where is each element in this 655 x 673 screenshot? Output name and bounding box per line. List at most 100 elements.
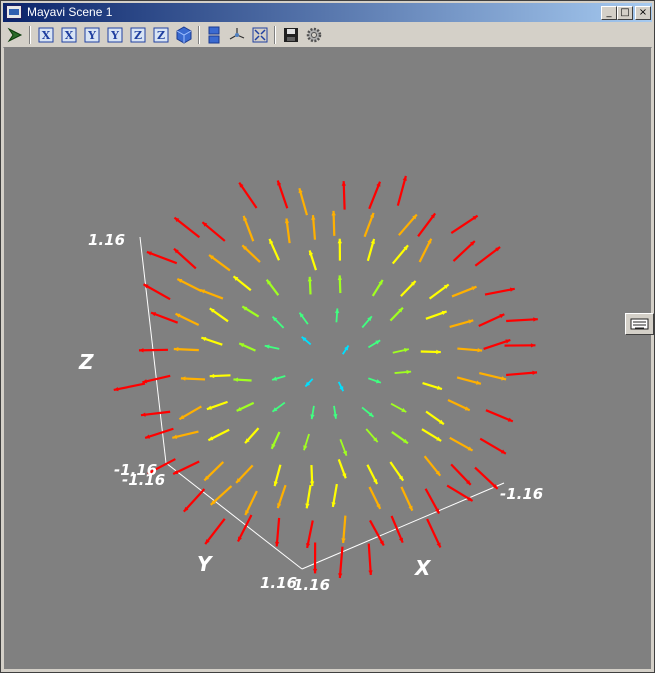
vector-arrow-head (277, 180, 282, 186)
vector-arrow-shaft (338, 546, 344, 579)
toolbar-separator (29, 26, 31, 44)
svg-text:X: X (65, 29, 74, 42)
vector-arrow-head (173, 347, 179, 352)
full-screen-button[interactable] (250, 25, 270, 45)
view-y-plus-icon: Y (84, 27, 100, 43)
close-button[interactable]: × (635, 6, 651, 20)
svg-text:Y: Y (87, 29, 96, 42)
vector-arrow-head (209, 373, 215, 379)
3d-scene-viewport[interactable]: Z Y X 1.16 -1.16 -1.16 1.16 1.16 -1.16 (4, 47, 651, 669)
z-tick-max: 1.16 (88, 231, 125, 249)
close-icon: × (638, 7, 648, 18)
vector-arrow-head (505, 339, 511, 344)
vector-arrow-head (307, 276, 313, 282)
vector-arrow-shaft (484, 287, 515, 296)
vector-arrow-head (233, 377, 239, 382)
vector-arrow-head (338, 573, 343, 578)
vector-arrow-shaft (173, 216, 201, 239)
vector-field-scene: Z Y X 1.16 -1.16 -1.16 1.16 1.16 -1.16 (78, 175, 543, 594)
maximize-button[interactable]: □ (617, 6, 633, 20)
view-x-plus-button[interactable]: X (36, 25, 56, 45)
svg-text:X: X (42, 29, 51, 42)
view-z-minus-button[interactable]: Z (151, 25, 171, 45)
vector-arrow-head (331, 210, 336, 216)
vector-arrow-head (436, 349, 441, 355)
vector-arrow-shaft (474, 246, 501, 267)
view-x-minus-button[interactable]: X (59, 25, 79, 45)
full-screen-icon (252, 27, 268, 43)
svg-text:Z: Z (157, 29, 165, 42)
toolbar: X X Y Y Z Z (3, 23, 652, 48)
mayavi-pipeline-icon (7, 27, 23, 43)
keyboard-icon (630, 318, 649, 330)
isometric-view-button[interactable] (174, 25, 194, 45)
vector-arrow-head (533, 317, 538, 322)
app-icon (6, 5, 22, 19)
x-axis-line (301, 482, 505, 570)
vector-arrow-head (337, 238, 342, 244)
y-tick-min: -1.16 (122, 471, 165, 489)
y-axis-line (165, 462, 303, 570)
axes-indicator-icon (229, 28, 245, 40)
view-y-minus-icon: Y (107, 27, 123, 43)
parallel-projection-button[interactable] (204, 25, 224, 45)
vector-arrow-head (441, 310, 447, 315)
toolbar-separator (274, 26, 276, 44)
x-axis-label: X (413, 556, 432, 580)
vector-arrow-head (368, 570, 373, 575)
vector-arrow-head (406, 369, 412, 375)
vector-arrow-head (375, 379, 381, 384)
mayavi-pipeline-button[interactable] (5, 25, 25, 45)
vector-arrow-head (530, 343, 536, 348)
view-z-plus-button[interactable]: Z (128, 25, 148, 45)
vector-arrow-head (138, 348, 144, 353)
vector-arrows (113, 175, 538, 579)
configure-button[interactable] (304, 25, 324, 45)
vector-arrow-head (532, 370, 538, 375)
view-z-minus-icon: Z (153, 27, 169, 43)
configure-icon (306, 27, 322, 43)
view-y-minus-button[interactable]: Y (105, 25, 125, 45)
vector-arrow-shaft (113, 382, 146, 392)
save-button[interactable] (281, 25, 301, 45)
vector-arrow-shaft (146, 250, 178, 265)
vector-arrow-shaft (506, 371, 538, 377)
vector-arrow-shaft (142, 283, 171, 301)
title-bar[interactable]: Mayavi Scene 1 _ □ × (3, 3, 652, 22)
parallel-projection-icon (208, 26, 220, 44)
vector-arrow-shaft (450, 214, 479, 234)
view-y-plus-button[interactable]: Y (82, 25, 102, 45)
window-title: Mayavi Scene 1 (27, 5, 113, 19)
vector-arrow-head (206, 405, 212, 410)
minimize-button[interactable]: _ (601, 6, 617, 20)
view-x-plus-icon: X (38, 27, 54, 43)
mayavi-window: Mayavi Scene 1 _ □ × X X Y Y Z Z Z Y X 1… (0, 0, 655, 673)
y-tick-max: 1.16 (260, 574, 297, 592)
vector-arrow-shaft (204, 518, 226, 545)
vector-arrow-head (277, 503, 282, 509)
axes-indicator-button[interactable] (227, 25, 247, 45)
vector-arrow-head (303, 445, 308, 451)
view-x-minus-icon: X (61, 27, 77, 43)
vector-arrow-shaft (238, 182, 258, 209)
isometric-view-icon (176, 26, 192, 44)
save-icon (284, 28, 298, 42)
vector-arrow-head (312, 568, 318, 574)
svg-text:Z: Z (134, 29, 142, 42)
vector-arrow-head (334, 308, 340, 314)
vector-arrow-head (341, 538, 346, 543)
vector-arrow-head (337, 275, 343, 280)
x-tick-max: 1.16 (293, 576, 330, 594)
maximize-icon: □ (620, 7, 630, 18)
vector-arrow-head (311, 215, 316, 220)
vector-arrow-shaft (474, 466, 499, 490)
vector-arrow-head (201, 337, 207, 342)
vector-arrow-head (180, 376, 186, 381)
vector-arrow-shaft (183, 488, 206, 513)
z-axis-label: Z (78, 350, 94, 374)
vector-arrow-shaft (396, 175, 407, 206)
vector-arrow-head (477, 348, 483, 353)
vector-arrow-head (274, 541, 280, 547)
keyboard-toggle-button[interactable] (625, 313, 654, 335)
vector-arrow-shaft (367, 543, 372, 576)
